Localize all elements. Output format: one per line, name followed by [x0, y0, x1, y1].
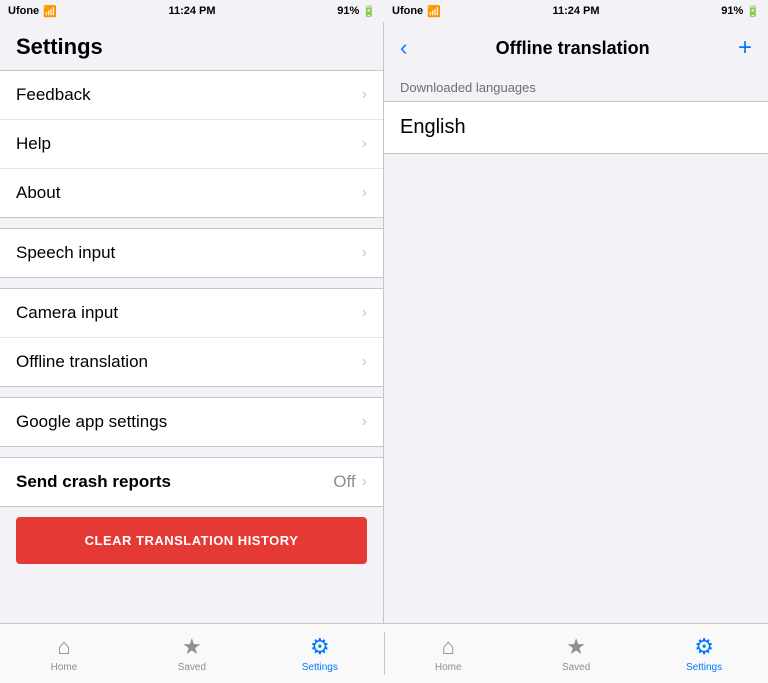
- home-label-right: Home: [435, 662, 462, 673]
- left-battery-icon: 🔋: [362, 5, 376, 18]
- back-button[interactable]: ‹: [400, 35, 407, 61]
- settings-label-right: Settings: [686, 662, 722, 673]
- saved-label-right: Saved: [562, 662, 590, 673]
- google-app-settings-right: ›: [362, 413, 367, 431]
- help-right: ›: [362, 135, 367, 153]
- feedback-right: ›: [362, 86, 367, 104]
- right-battery: 91%: [721, 5, 743, 17]
- left-status-bar: Ufone 📶 11:24 PM 91% 🔋: [0, 0, 384, 22]
- language-list: English: [384, 101, 768, 154]
- right-wifi-icon: 📶: [427, 5, 441, 18]
- bottom-nav-left: ⌂ Home ★ Saved ⚙ Settings: [0, 624, 384, 683]
- send-crash-reports-value: Off: [333, 472, 355, 492]
- settings-item-speech-input[interactable]: Speech input ›: [0, 229, 383, 277]
- right-time: 11:24 PM: [552, 5, 599, 17]
- left-panel: Settings Feedback › Help › About: [0, 22, 384, 623]
- downloaded-languages-header: Downloaded languages: [384, 72, 768, 101]
- send-crash-reports-label: Send crash reports: [16, 472, 171, 492]
- settings-item-google-app-settings[interactable]: Google app settings ›: [0, 398, 383, 446]
- nav-left-settings[interactable]: ⚙ Settings: [256, 628, 384, 679]
- feedback-chevron-icon: ›: [362, 86, 367, 104]
- about-chevron-icon: ›: [362, 184, 367, 202]
- camera-input-label: Camera input: [16, 303, 118, 323]
- settings-item-feedback[interactable]: Feedback ›: [0, 71, 383, 120]
- speech-input-right: ›: [362, 244, 367, 262]
- settings-icon-right: ⚙: [694, 634, 714, 660]
- settings-label-left: Settings: [302, 662, 338, 673]
- left-wifi-icon: 📶: [43, 5, 57, 18]
- left-battery: 91%: [337, 5, 359, 17]
- add-language-button[interactable]: +: [738, 34, 752, 62]
- google-app-settings-label: Google app settings: [16, 412, 167, 432]
- settings-group-2: Speech input ›: [0, 228, 383, 278]
- english-language-label: English: [400, 116, 466, 139]
- settings-list: Feedback › Help › About ›: [0, 70, 383, 623]
- speech-input-chevron-icon: ›: [362, 244, 367, 262]
- right-header: ‹ Offline translation +: [384, 22, 768, 72]
- bottom-nav-container: ⌂ Home ★ Saved ⚙ Settings ⌂ Home ★ Saved…: [0, 623, 768, 683]
- settings-icon-left: ⚙: [310, 634, 330, 660]
- saved-icon-left: ★: [182, 634, 202, 660]
- settings-item-offline-translation[interactable]: Offline translation ›: [0, 338, 383, 386]
- help-label: Help: [16, 134, 51, 154]
- settings-group-3: Camera input › Offline translation ›: [0, 288, 383, 387]
- speech-input-label: Speech input: [16, 243, 115, 263]
- nav-right-settings[interactable]: ⚙ Settings: [640, 628, 768, 679]
- main-layout: Settings Feedback › Help › About: [0, 22, 768, 623]
- settings-item-help[interactable]: Help ›: [0, 120, 383, 169]
- offline-translation-chevron-icon: ›: [362, 353, 367, 371]
- settings-group-4: Google app settings ›: [0, 397, 383, 447]
- right-panel-title: Offline translation: [496, 38, 650, 59]
- nav-right-home[interactable]: ⌂ Home: [384, 628, 512, 679]
- home-label-left: Home: [51, 662, 78, 673]
- camera-input-right: ›: [362, 304, 367, 322]
- right-carrier: Ufone: [392, 5, 423, 17]
- home-icon-left: ⌂: [57, 634, 70, 660]
- offline-translation-label: Offline translation: [16, 352, 148, 372]
- right-content: Downloaded languages English: [384, 72, 768, 623]
- offline-translation-right: ›: [362, 353, 367, 371]
- status-bars: Ufone 📶 11:24 PM 91% 🔋 Ufone 📶 11:24 PM …: [0, 0, 768, 22]
- saved-icon-right: ★: [566, 634, 586, 660]
- home-icon-right: ⌂: [442, 634, 455, 660]
- google-app-settings-chevron-icon: ›: [362, 413, 367, 431]
- right-status-bar: Ufone 📶 11:24 PM 91% 🔋: [384, 0, 768, 22]
- left-carrier: Ufone: [8, 5, 39, 17]
- right-panel: ‹ Offline translation + Downloaded langu…: [384, 22, 768, 623]
- bottom-nav-right: ⌂ Home ★ Saved ⚙ Settings: [384, 624, 768, 683]
- settings-group-5: Send crash reports Off ›: [0, 457, 383, 507]
- send-crash-reports-right: Off ›: [333, 472, 367, 492]
- settings-group-1: Feedback › Help › About ›: [0, 70, 383, 218]
- camera-input-chevron-icon: ›: [362, 304, 367, 322]
- settings-title: Settings: [0, 22, 383, 70]
- help-chevron-icon: ›: [362, 135, 367, 153]
- about-right: ›: [362, 184, 367, 202]
- nav-left-home[interactable]: ⌂ Home: [0, 628, 128, 679]
- right-battery-icon: 🔋: [746, 5, 760, 18]
- saved-label-left: Saved: [178, 662, 206, 673]
- send-crash-reports-chevron-icon: ›: [362, 473, 367, 491]
- about-label: About: [16, 183, 60, 203]
- left-time: 11:24 PM: [168, 5, 215, 17]
- settings-item-send-crash-reports[interactable]: Send crash reports Off ›: [0, 458, 383, 506]
- nav-right-saved[interactable]: ★ Saved: [512, 628, 640, 679]
- settings-item-camera-input[interactable]: Camera input ›: [0, 289, 383, 338]
- nav-left-saved[interactable]: ★ Saved: [128, 628, 256, 679]
- language-item-english[interactable]: English: [384, 102, 768, 153]
- settings-item-about[interactable]: About ›: [0, 169, 383, 217]
- feedback-label: Feedback: [16, 85, 91, 105]
- clear-translation-history-button[interactable]: CLEAR TRANSLATION HISTORY: [16, 517, 367, 564]
